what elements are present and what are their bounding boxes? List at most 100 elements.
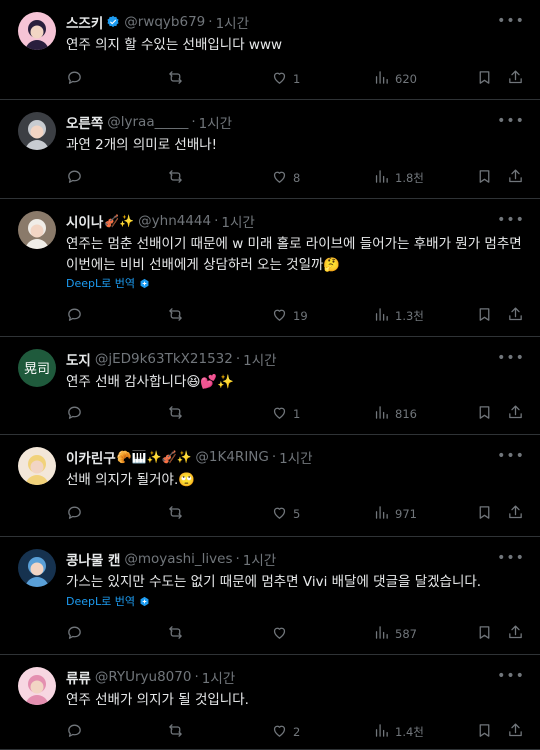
translate-label[interactable]: DeepL로 번역 <box>66 593 135 609</box>
reply-tweet[interactable]: 스즈키 @rwqyb679 · 1시간 ••• 연주 의지 할 수있는 선배입니다 www… <box>0 0 540 100</box>
user-handle[interactable]: @lyraa_____ <box>107 114 188 130</box>
reply-tweet[interactable]: 시이나 🎻✨ @yhn4444 · 1시간 ••• 연주는 멈춘 선배이기 때문에 w 미래… <box>0 199 540 337</box>
reply-icon <box>66 722 83 742</box>
views-button[interactable]: 587 <box>373 623 417 645</box>
reply-tweet[interactable]: 晃司 도지 @jED9k63TkX21532 · 1시간 ••• 연주 선배 감사합니다😆💕… <box>0 337 540 435</box>
bookmark-button[interactable] <box>476 68 493 90</box>
display-name[interactable]: 오른쪽 <box>66 112 103 132</box>
avatar[interactable]: 晃司 <box>18 349 56 387</box>
user-handle[interactable]: @RYUryu8070 <box>95 669 192 685</box>
share-button[interactable] <box>507 68 524 90</box>
reply-button[interactable] <box>66 167 88 189</box>
bookmark-button[interactable] <box>476 167 493 189</box>
more-icon[interactable]: ••• <box>497 547 524 569</box>
views-button[interactable]: 1.4천 <box>373 721 424 743</box>
share-button[interactable] <box>507 721 524 743</box>
more-icon[interactable]: ••• <box>497 10 524 32</box>
like-icon <box>271 306 288 326</box>
bookmark-button[interactable] <box>476 403 493 425</box>
user-handle[interactable]: @1K4RING <box>195 449 268 465</box>
views-button[interactable]: 1.3천 <box>373 305 424 327</box>
view-count: 816 <box>395 407 417 421</box>
like-button[interactable]: 19 <box>271 305 308 327</box>
translate-link[interactable]: DeepL로 번역 <box>66 275 150 291</box>
retweet-button[interactable] <box>167 623 189 645</box>
like-button[interactable]: 1 <box>271 403 300 425</box>
views-icon <box>373 722 390 742</box>
tweet-text: 연주 선배 감사합니다😆💕✨ <box>66 374 235 390</box>
display-name[interactable]: 콩나물 캔 <box>66 549 120 569</box>
like-button[interactable]: 8 <box>271 167 300 189</box>
retweet-icon <box>167 504 184 524</box>
reply-button[interactable] <box>66 503 88 525</box>
tweet-header: 류류 @RYUryu8070 · 1시간 <box>66 667 235 687</box>
avatar[interactable] <box>18 211 56 249</box>
timestamp[interactable]: 1시간 <box>243 349 276 369</box>
display-name[interactable]: 도지 <box>66 349 91 369</box>
timestamp[interactable]: 1시간 <box>243 549 276 569</box>
like-button[interactable]: 1 <box>271 68 300 90</box>
bookmark-button[interactable] <box>476 305 493 327</box>
views-button[interactable]: 816 <box>373 403 417 425</box>
like-count: 1 <box>293 407 301 421</box>
timestamp[interactable]: 1시간 <box>199 112 232 132</box>
reply-tweet[interactable]: 류류 @RYUryu8070 · 1시간 ••• 연주 선배가 의지가 될 것입니다. 2 1… <box>0 655 540 750</box>
reply-button[interactable] <box>66 305 88 327</box>
retweet-button[interactable] <box>167 68 189 90</box>
retweet-button[interactable] <box>167 403 189 425</box>
like-button[interactable]: 5 <box>271 503 300 525</box>
user-handle[interactable]: @jED9k63TkX21532 <box>95 351 233 367</box>
user-handle[interactable]: @yhn4444 <box>138 213 211 229</box>
avatar[interactable] <box>18 112 56 150</box>
retweet-button[interactable] <box>167 503 189 525</box>
views-button[interactable]: 971 <box>373 503 417 525</box>
views-button[interactable]: 620 <box>373 68 417 90</box>
bookmark-button[interactable] <box>476 503 493 525</box>
share-button[interactable] <box>507 167 524 189</box>
retweet-button[interactable] <box>167 305 189 327</box>
bookmark-button[interactable] <box>476 721 493 743</box>
reply-tweet[interactable]: 오른쪽 @lyraa_____ · 1시간 ••• 과연 2개의 의미로 선배나! 8 1.8… <box>0 100 540 199</box>
user-handle[interactable]: @moyashi_lives <box>124 551 232 567</box>
more-icon[interactable]: ••• <box>497 110 524 132</box>
tweet-actions: 19 1.3천 <box>66 305 526 327</box>
translate-link[interactable]: DeepL로 번역 <box>66 593 150 609</box>
timestamp[interactable]: 1시간 <box>279 447 312 467</box>
timestamp[interactable]: 1시간 <box>221 211 254 231</box>
retweet-button[interactable] <box>167 721 189 743</box>
more-icon[interactable]: ••• <box>497 445 524 467</box>
share-button[interactable] <box>507 305 524 327</box>
more-icon[interactable]: ••• <box>497 209 524 231</box>
share-button[interactable] <box>507 503 524 525</box>
avatar[interactable] <box>18 549 56 587</box>
more-icon[interactable]: ••• <box>497 347 524 369</box>
reply-button[interactable] <box>66 623 88 645</box>
avatar[interactable] <box>18 12 56 50</box>
display-name[interactable]: 류류 <box>66 667 91 687</box>
translate-label[interactable]: DeepL로 번역 <box>66 275 135 291</box>
reply-tweet[interactable]: 콩나물 캔 @moyashi_lives · 1시간 ••• 가스는 있지만 수도는 없기… <box>0 537 540 655</box>
avatar[interactable] <box>18 447 56 485</box>
more-icon[interactable]: ••• <box>497 665 524 687</box>
bookmark-button[interactable] <box>476 623 493 645</box>
like-button[interactable]: 2 <box>271 721 300 743</box>
avatar[interactable] <box>18 667 56 705</box>
share-button[interactable] <box>507 403 524 425</box>
reply-button[interactable] <box>66 721 88 743</box>
display-name[interactable]: 시이나 <box>66 211 103 231</box>
timestamp[interactable]: 1시간 <box>202 667 235 687</box>
display-name[interactable]: 스즈키 <box>66 12 103 32</box>
separator-dot: · <box>194 669 199 685</box>
reply-tweet[interactable]: 이카린구 🥐🎹✨🎻✨ @1K4RING · 1시간 ••• 선배 의지가 될거야.🙄 5 971 <box>0 435 540 537</box>
retweet-button[interactable] <box>167 167 189 189</box>
views-icon <box>373 168 390 188</box>
like-button[interactable] <box>271 623 293 645</box>
share-button[interactable] <box>507 623 524 645</box>
reply-icon <box>66 504 83 524</box>
user-handle[interactable]: @rwqyb679 <box>124 14 205 30</box>
display-name[interactable]: 이카린구 <box>66 447 116 467</box>
views-button[interactable]: 1.8천 <box>373 167 424 189</box>
timestamp[interactable]: 1시간 <box>216 12 249 32</box>
reply-button[interactable] <box>66 403 88 425</box>
reply-button[interactable] <box>66 68 88 90</box>
